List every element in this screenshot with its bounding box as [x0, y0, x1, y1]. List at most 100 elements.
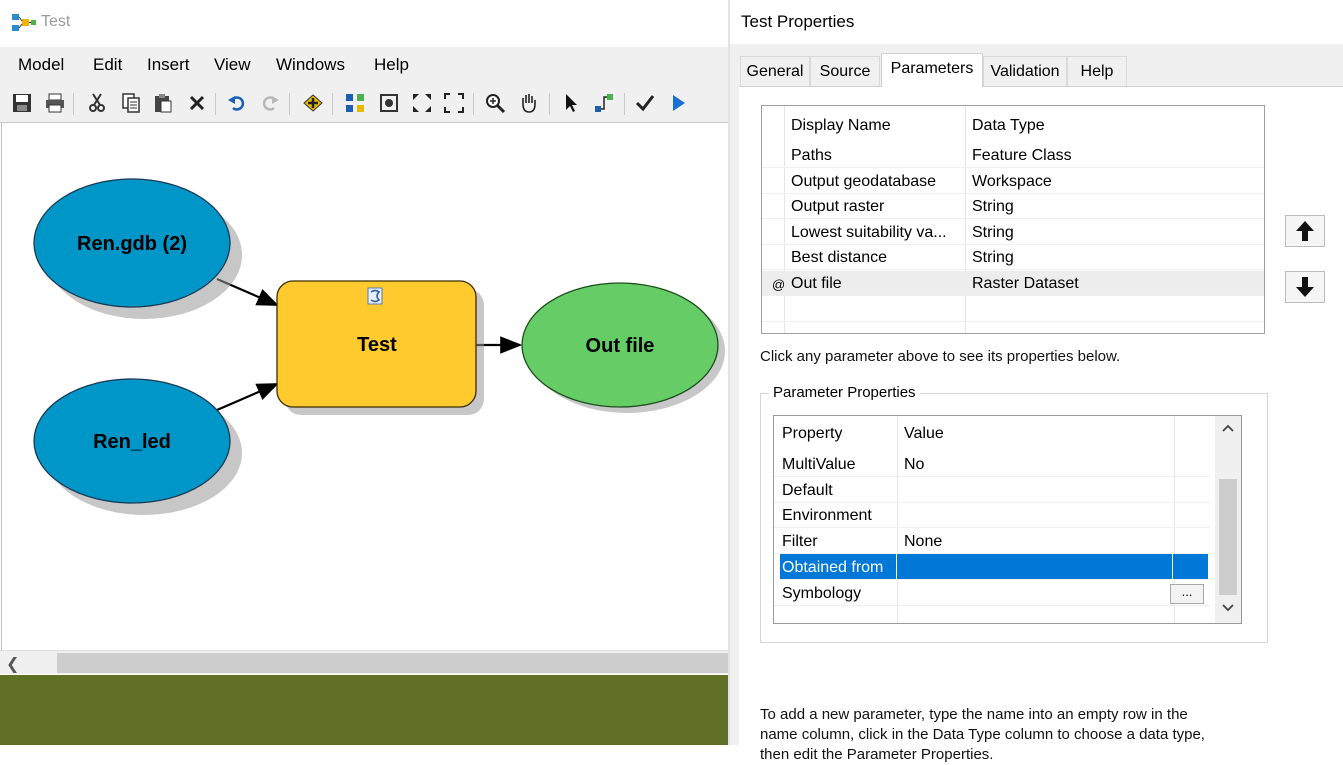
- connector-input2-tool[interactable]: [216, 382, 280, 412]
- menu-insert[interactable]: Insert: [147, 55, 190, 75]
- delete-icon[interactable]: [184, 90, 210, 116]
- props-vertical-scrollbar[interactable]: [1215, 416, 1241, 623]
- add-data-icon[interactable]: [300, 90, 326, 116]
- tab-source[interactable]: Source: [810, 56, 880, 86]
- tab-validation[interactable]: Validation: [983, 56, 1067, 86]
- redo-icon[interactable]: [257, 90, 283, 116]
- arrow-up-icon: [1296, 221, 1314, 241]
- chevron-down-icon[interactable]: [1222, 604, 1234, 612]
- tab-parameters[interactable]: Parameters: [881, 53, 983, 87]
- property-row[interactable]: Default: [774, 478, 1210, 503]
- input-node-ren-gdb[interactable]: Ren.gdb (2): [33, 178, 242, 319]
- tool-node-test[interactable]: Test: [276, 280, 484, 415]
- property-row[interactable]: Filter None: [774, 529, 1210, 554]
- param-name: Out file: [791, 275, 842, 292]
- table-row-selected[interactable]: @ Out file Raster Dataset: [762, 271, 1264, 296]
- param-name: Best distance: [791, 249, 888, 266]
- table-row[interactable]: Output raster String: [762, 194, 1264, 219]
- move-up-button[interactable]: [1285, 215, 1325, 247]
- header-data-type[interactable]: Data Type: [972, 117, 1045, 135]
- save-icon[interactable]: [9, 90, 35, 116]
- full-extent-icon[interactable]: [376, 90, 402, 116]
- undo-icon[interactable]: [224, 90, 250, 116]
- property-name: MultiValue: [782, 456, 856, 473]
- parameter-properties-table[interactable]: Property Value MultiValue No Default Env…: [773, 415, 1242, 624]
- horizontal-scrollbar[interactable]: ❮: [0, 650, 729, 674]
- scroll-thumb[interactable]: [1219, 479, 1237, 595]
- table-row[interactable]: Output geodatabase Workspace: [762, 169, 1264, 194]
- property-row[interactable]: Symbology ...: [774, 581, 1210, 606]
- scroll-left-icon[interactable]: ❮: [6, 654, 19, 674]
- ellipsis-button[interactable]: ...: [1170, 584, 1204, 604]
- connect-icon[interactable]: [591, 90, 617, 116]
- hint-line: then edit the Parameter Properties.: [760, 746, 994, 763]
- node-label-output: Out file: [586, 335, 655, 357]
- run-icon[interactable]: [665, 90, 691, 116]
- menu-model[interactable]: Model: [18, 55, 64, 75]
- hint-line: name column, click in the Data Type colu…: [760, 726, 1205, 743]
- derived-output-marker: @: [772, 277, 786, 292]
- properties-dialog: Test Properties General Source Parameter…: [730, 0, 1343, 763]
- menu-windows[interactable]: Windows: [276, 55, 345, 75]
- property-row-selected[interactable]: Obtained from: [780, 554, 1208, 580]
- node-label-input2: Ren_led: [93, 431, 171, 453]
- property-row[interactable]: Environment: [774, 503, 1210, 528]
- model-builder-icon: [12, 14, 36, 31]
- cut-icon[interactable]: [84, 90, 110, 116]
- hint-bottom: To add a new parameter, type the name in…: [760, 705, 1205, 765]
- props-header: Property Value: [774, 420, 1210, 448]
- auto-layout-icon[interactable]: [342, 90, 368, 116]
- property-value: None: [904, 533, 943, 550]
- tab-help[interactable]: Help: [1067, 56, 1127, 86]
- zoom-in-fixed-icon[interactable]: [409, 90, 435, 116]
- property-name: Environment: [782, 507, 872, 524]
- table-row[interactable]: Paths Feature Class: [762, 143, 1264, 168]
- param-name: Lowest suitability va...: [791, 224, 947, 241]
- zoom-out-fixed-icon[interactable]: [441, 90, 467, 116]
- scroll-thumb[interactable]: [57, 653, 729, 673]
- menu-view[interactable]: View: [214, 55, 251, 75]
- param-type: String: [972, 224, 1014, 241]
- hint-top: Click any parameter above to see its pro…: [760, 348, 1121, 365]
- property-row[interactable]: MultiValue No: [774, 452, 1210, 477]
- menu-help[interactable]: Help: [374, 55, 409, 75]
- move-down-button[interactable]: [1285, 271, 1325, 303]
- table-row[interactable]: Lowest suitability va... String: [762, 220, 1264, 245]
- parameters-table[interactable]: Display Name Data Type Paths Feature Cla…: [761, 105, 1265, 334]
- print-icon[interactable]: [42, 90, 68, 116]
- chevron-up-icon[interactable]: [1222, 424, 1234, 432]
- tab-general[interactable]: General: [740, 56, 810, 86]
- output-node-out-file[interactable]: Out file: [521, 282, 725, 413]
- pan-icon[interactable]: [516, 90, 542, 116]
- background-strip: [0, 675, 729, 745]
- dialog-title: Test Properties: [741, 12, 855, 31]
- table-row[interactable]: Best distance String: [762, 245, 1264, 270]
- model-builder-window: Test Model Edit Insert View Windows Help: [0, 0, 729, 745]
- hint-line: To add a new parameter, type the name in…: [760, 706, 1188, 723]
- param-type: Workspace: [972, 173, 1052, 190]
- zoom-icon[interactable]: [482, 90, 508, 116]
- copy-icon[interactable]: [118, 90, 144, 116]
- header-property[interactable]: Property: [782, 425, 842, 443]
- parameters-page: Display Name Data Type Paths Feature Cla…: [739, 86, 1343, 763]
- param-name: Output geodatabase: [791, 173, 937, 190]
- header-display-name[interactable]: Display Name: [791, 117, 891, 135]
- paste-icon[interactable]: [150, 90, 176, 116]
- property-name: Obtained from: [782, 559, 884, 576]
- param-type: Raster Dataset: [972, 275, 1079, 292]
- table-row-empty[interactable]: [762, 297, 1264, 322]
- node-label-input1: Ren.gdb (2): [77, 233, 187, 255]
- select-icon[interactable]: [558, 90, 584, 116]
- validate-icon[interactable]: [632, 90, 658, 116]
- script-tool-icon: [367, 287, 383, 305]
- table-header: Display Name Data Type: [762, 112, 1264, 140]
- input-node-ren-led[interactable]: Ren_led: [33, 378, 242, 515]
- menu-bar: Model Edit Insert View Windows Help: [0, 47, 729, 85]
- property-value: No: [904, 456, 925, 473]
- menu-edit[interactable]: Edit: [93, 55, 122, 75]
- arrow-down-icon: [1296, 277, 1314, 297]
- model-canvas[interactable]: Ren.gdb (2) Ren_led Test Out file: [1, 123, 728, 650]
- param-name: Output raster: [791, 198, 885, 215]
- header-value[interactable]: Value: [904, 425, 944, 443]
- title-bar: Test: [0, 0, 729, 46]
